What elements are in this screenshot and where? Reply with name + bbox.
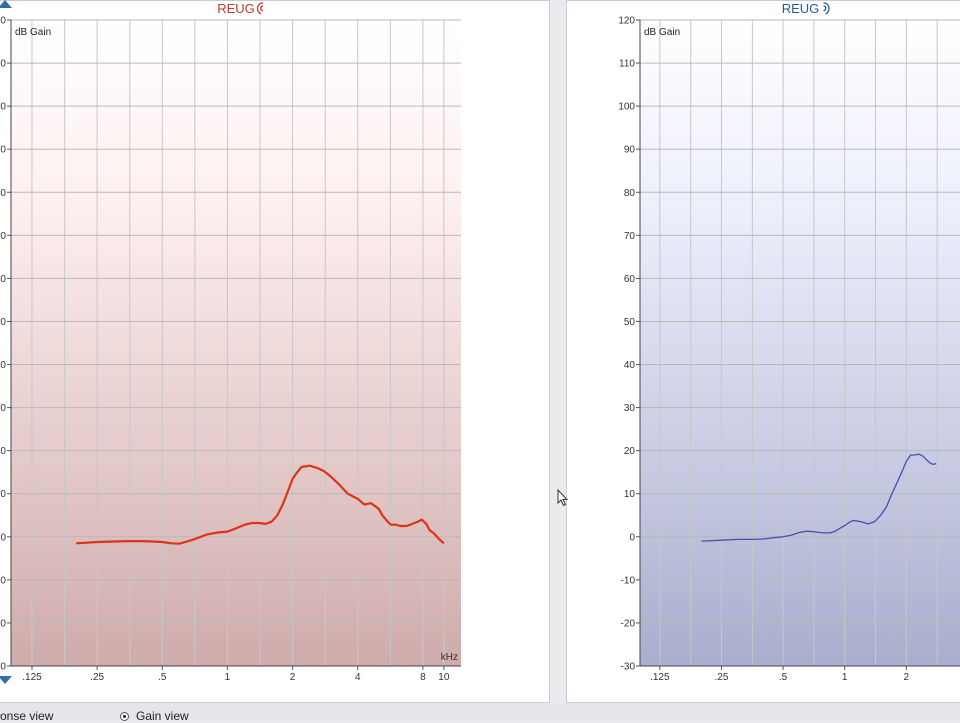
y-tick-label: 70 — [624, 231, 636, 242]
view-options-bar: onse view Gain view — [0, 703, 960, 723]
chart-title: REUG — [217, 1, 255, 16]
y-tick-label: 30 — [0, 662, 6, 673]
y-tick-label: 0 — [0, 532, 6, 543]
y-tick-label: 90 — [0, 145, 6, 156]
left-ear-gain-panel: -30 -20 -10 0 10 20 30 40 50 60 70 80 90 100 110 120 .12… — [566, 0, 960, 703]
y-tick-label: 10 — [0, 489, 6, 500]
y-tick-label: 20 — [0, 618, 6, 629]
right-ear-icon — [256, 2, 264, 15]
y-tick-label: 100 — [618, 102, 635, 113]
x-tick-label: .125 — [22, 672, 42, 683]
y-tick-label: 50 — [624, 317, 636, 328]
x-tick-label: .5 — [779, 672, 788, 683]
x-tick-label: 1 — [225, 672, 231, 683]
x-tick-label: 8 — [420, 672, 426, 683]
y-tick-label: -20 — [621, 618, 636, 629]
right-ear-gain-chart: 3020100102030405060708090100110120.125.2… — [0, 1, 461, 683]
left-ear-icon — [823, 2, 830, 15]
y-tick-label: 80 — [0, 188, 6, 199]
y-tick-label: 80 — [624, 188, 636, 199]
x-axis-label: kHz — [441, 652, 458, 663]
y-tick-label: 120 — [618, 16, 635, 27]
y-tick-label: 50 — [0, 317, 6, 328]
plot-area — [11, 20, 461, 666]
y-axis-label: dB Gain — [644, 27, 680, 38]
x-tick-label: .25 — [715, 672, 729, 683]
y-tick-label: 20 — [0, 446, 6, 457]
y-tick-label: 10 — [624, 489, 636, 500]
x-tick-label: .5 — [158, 672, 167, 683]
y-tick-label: 40 — [624, 360, 636, 371]
x-tick-label: 1 — [842, 672, 848, 683]
y-tick-label: -30 — [621, 662, 636, 673]
left-ear-gain-chart: -30 -20 -10 0 10 20 30 40 50 60 70 80 90 100 110 120 .12… — [618, 1, 960, 683]
plot-area — [640, 20, 960, 666]
mouse-cursor-icon — [557, 489, 569, 507]
y-axis-label: dB Gain — [15, 27, 51, 38]
scroll-up-icon[interactable] — [0, 0, 12, 8]
y-tick-label: 70 — [0, 231, 6, 242]
y-tick-label: 20 — [624, 446, 636, 457]
y-tick-label: 0 — [629, 532, 635, 543]
scroll-down-icon[interactable] — [0, 676, 12, 684]
y-tick-label: 60 — [0, 274, 6, 285]
x-tick-label: 2 — [904, 672, 910, 683]
x-tick-label: 4 — [355, 672, 361, 683]
chart-title: REUG — [782, 1, 820, 16]
y-tick-label: 10 — [0, 575, 6, 586]
x-tick-label: .125 — [650, 672, 670, 683]
x-tick-label: .25 — [90, 672, 104, 683]
right-ear-gain-panel: 3020100102030405060708090100110120.125.2… — [0, 0, 550, 703]
y-tick-label: 110 — [0, 59, 6, 70]
x-tick-label: 2 — [290, 672, 296, 683]
gain-view-option-label[interactable]: Gain view — [136, 709, 189, 723]
y-tick-label: 120 — [0, 16, 6, 27]
y-tick-label: 90 — [624, 145, 636, 156]
y-tick-label: 100 — [0, 102, 6, 113]
y-tick-label: -10 — [621, 575, 636, 586]
y-tick-label: 110 — [619, 59, 635, 70]
y-tick-label: 40 — [0, 360, 6, 371]
x-tick-label: 10 — [438, 672, 450, 683]
y-tick-label: 30 — [0, 403, 6, 414]
response-view-option-label[interactable]: onse view — [0, 709, 53, 723]
y-tick-label: 60 — [624, 274, 636, 285]
y-tick-label: 30 — [624, 403, 636, 414]
